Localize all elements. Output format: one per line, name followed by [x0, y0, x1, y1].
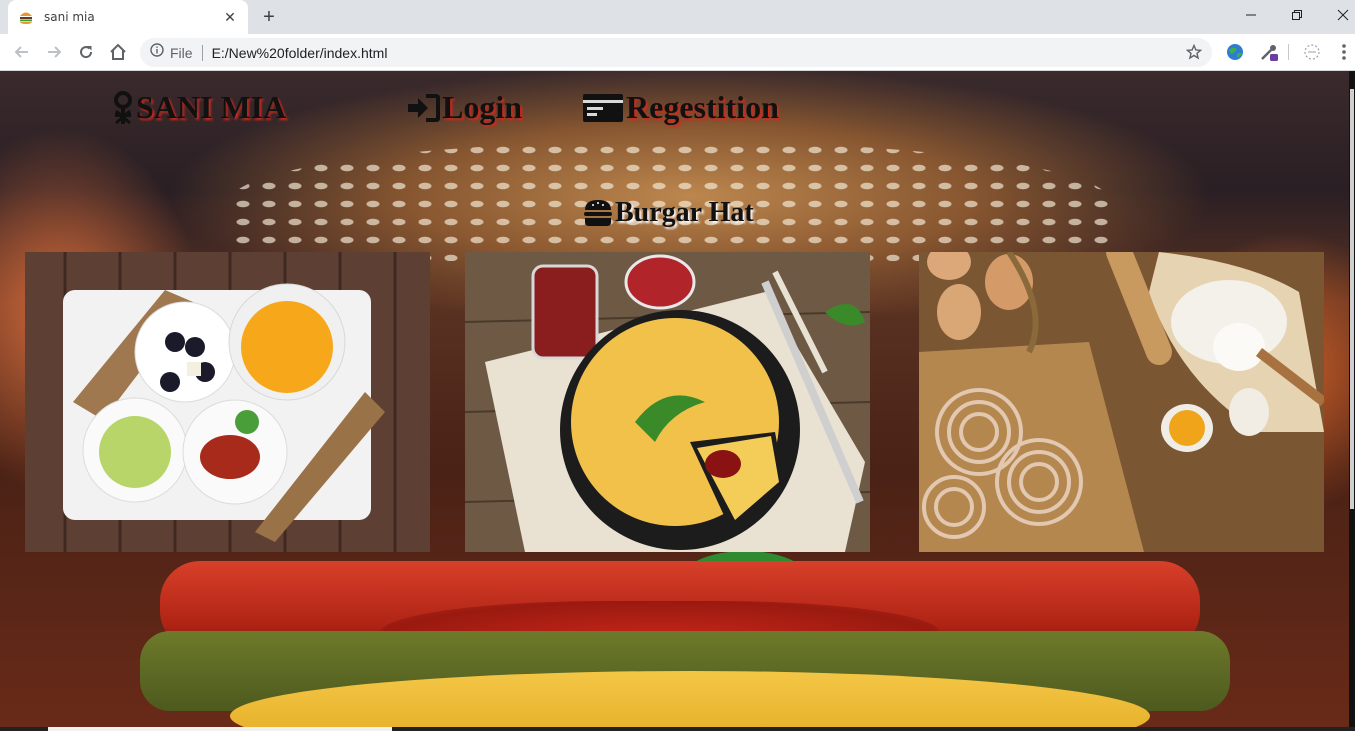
browser-tabstrip: sani mia ✕ +	[0, 0, 1355, 34]
hamburger-food-icon	[583, 198, 613, 228]
forward-arrow-icon[interactable]	[42, 40, 66, 64]
section-heading: Burgar Hat	[583, 197, 754, 229]
kebab-menu-icon[interactable]	[1334, 42, 1354, 62]
sign-in-icon	[406, 93, 440, 123]
browser-toolbar: File E:/New%20folder/index.html	[0, 34, 1355, 71]
gallery-image-pasta[interactable]	[919, 252, 1324, 552]
gallery-image-omelette[interactable]	[465, 252, 870, 552]
back-arrow-icon[interactable]	[10, 40, 34, 64]
bookmark-star-icon[interactable]	[1185, 43, 1203, 65]
omnibox-divider	[201, 44, 203, 61]
new-tab-button[interactable]: +	[258, 7, 280, 29]
female-icon	[112, 90, 134, 125]
close-tab-icon[interactable]: ✕	[222, 9, 238, 25]
browser-tab[interactable]: sani mia ✕	[8, 0, 248, 34]
home-icon[interactable]	[106, 40, 130, 64]
minimize-icon[interactable]	[1228, 0, 1274, 30]
restore-icon[interactable]	[1274, 0, 1320, 30]
brand-name: SANI MIA	[136, 89, 287, 125]
gallery-image-breakfast[interactable]	[25, 252, 430, 552]
horizontal-scrollbar[interactable]	[0, 727, 1355, 731]
info-icon[interactable]	[150, 43, 164, 62]
reload-icon[interactable]	[74, 40, 98, 64]
burger-favicon-icon	[18, 9, 34, 25]
vertical-scroll-thumb[interactable]	[1350, 89, 1354, 509]
vertical-scrollbar[interactable]	[1349, 71, 1355, 727]
globe-extension-icon[interactable]	[1225, 42, 1245, 62]
horizontal-scroll-thumb[interactable]	[48, 727, 392, 731]
id-card-icon	[582, 93, 624, 123]
eyedropper-extension-icon[interactable]	[1259, 42, 1279, 62]
address-bar[interactable]: File E:/New%20folder/index.html	[140, 38, 1212, 67]
sync-extension-icon[interactable]	[1302, 42, 1322, 62]
site-brand[interactable]: SANI MIA	[112, 89, 286, 126]
tab-title: sani mia	[44, 10, 95, 24]
nav-login-label: Login	[442, 89, 523, 125]
url-text[interactable]: E:/New%20folder/index.html	[212, 45, 388, 61]
section-title-text: Burgar Hat	[615, 197, 754, 228]
nav-register-label: Regestition	[626, 89, 779, 125]
page-content: SANI MIA Login Regestition Burgar Hat	[0, 71, 1355, 731]
close-window-icon[interactable]	[1320, 0, 1355, 30]
toolbar-divider	[1288, 44, 1289, 60]
url-scheme-label: File	[170, 44, 193, 61]
nav-login-link[interactable]: Login	[406, 89, 522, 126]
nav-register-link[interactable]: Regestition	[582, 89, 779, 126]
